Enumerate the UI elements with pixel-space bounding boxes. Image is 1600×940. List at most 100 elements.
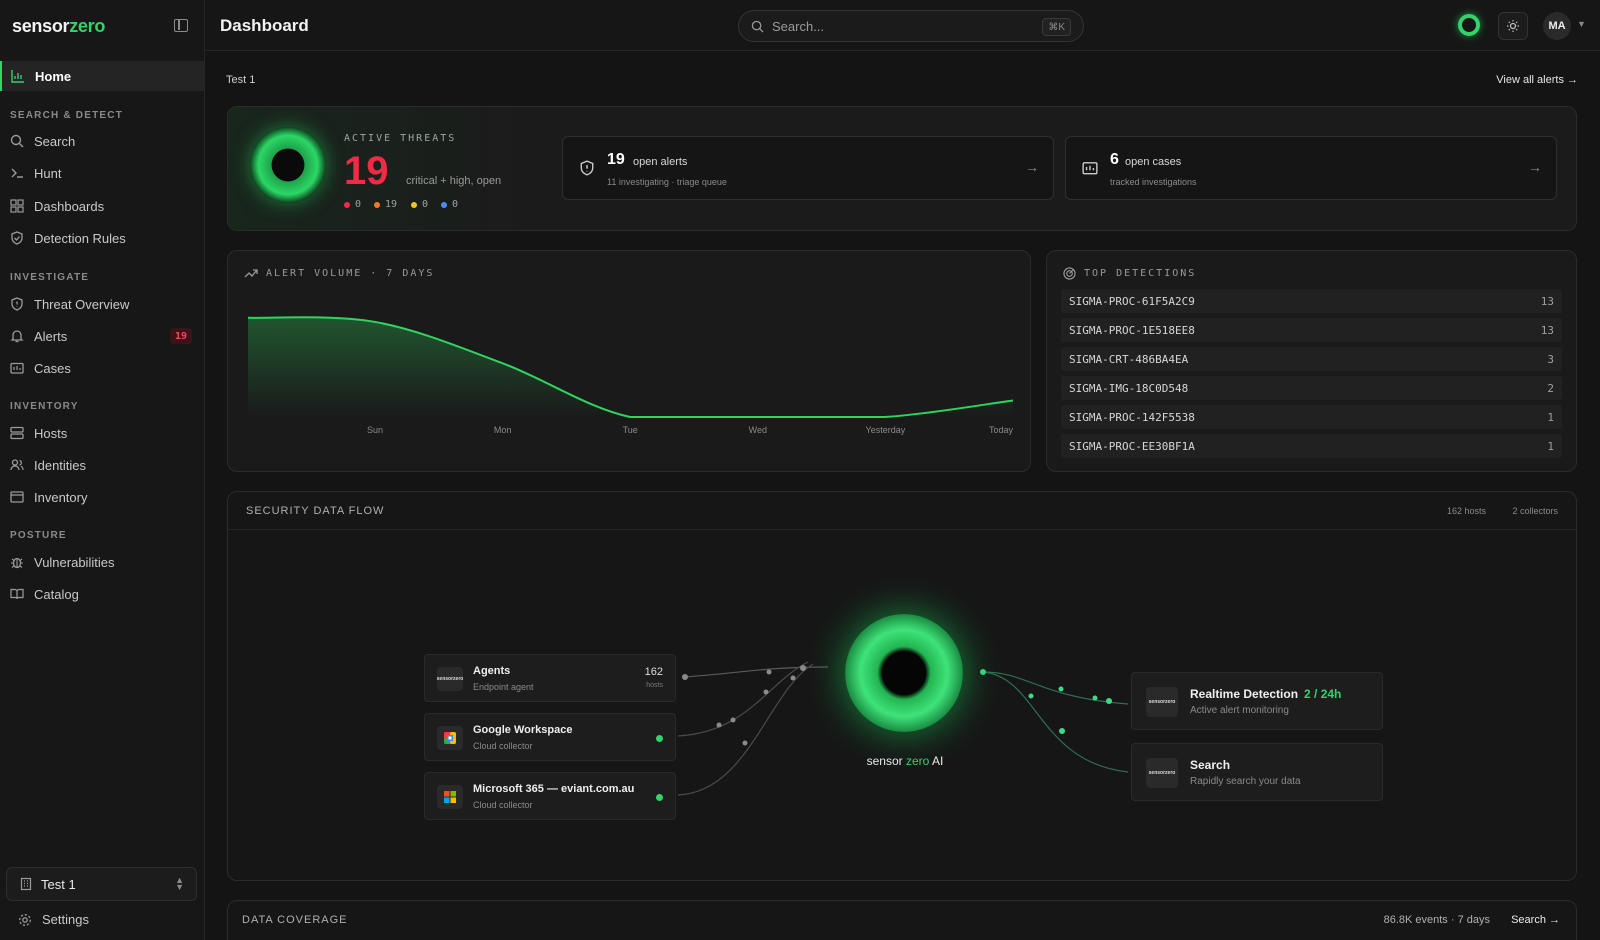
sidebar-item-alerts[interactable]: Alerts 19	[0, 321, 204, 351]
sidebar-item-detection-rules[interactable]: Detection Rules	[0, 223, 204, 253]
brand-logo[interactable]: sensorzero	[12, 16, 105, 37]
view-all-alerts-link[interactable]: View all alerts →	[1496, 74, 1578, 86]
section-label-posture: POSTURE	[10, 530, 67, 541]
sidebar-item-identities[interactable]: Identities	[0, 450, 204, 480]
folder-icon	[1082, 160, 1098, 179]
destination-search[interactable]: sensorzero Search Rapidly search your da…	[1131, 743, 1383, 801]
alert-volume-card: ALERT VOLUME · 7 DAYS Sun Mon Tue Wed Yester…	[227, 250, 1031, 472]
sidebar-item-label: Detection Rules	[34, 230, 126, 246]
open-alerts-card[interactable]: 19 open alerts 11 investigating · triage…	[562, 136, 1054, 200]
detection-name: SIGMA-IMG-18C0D548	[1069, 381, 1189, 395]
detection-name: SIGMA-PROC-142F5538	[1069, 410, 1195, 424]
open-cases-card[interactable]: 6 open cases tracked investigations →	[1065, 136, 1557, 200]
chevron-updown-icon: ▲ ▼	[175, 875, 184, 892]
sidebar-item-vulnerabilities[interactable]: Vulnerabilities	[0, 547, 204, 577]
terminal-icon	[10, 166, 24, 180]
search-input[interactable]	[772, 18, 1032, 34]
sidebar-item-label: Search	[34, 133, 76, 149]
google-workspace-icon	[437, 726, 463, 750]
open-cases-count: 6	[1110, 151, 1119, 168]
data-coverage-search-link[interactable]: Search →	[1511, 914, 1560, 926]
destination-name-text: Realtime Detection	[1190, 687, 1299, 701]
security-data-flow-card: SECURITY DATA FLOW 162 hosts 2 collector…	[227, 491, 1577, 881]
sidebar-item-catalog[interactable]: Catalog	[0, 579, 204, 609]
detection-row[interactable]: SIGMA-PROC-142F5538 1	[1061, 405, 1562, 429]
sidebar-item-hosts[interactable]: Hosts	[0, 418, 204, 448]
ai-label-tail: AI	[932, 754, 944, 768]
open-alerts-description: 11 investigating · triage queue	[607, 177, 727, 187]
sensorzero-ai-label: sensor zero AI	[835, 754, 975, 768]
sidebar-item-threat-overview[interactable]: Threat Overview	[0, 289, 204, 319]
browser-window-icon	[10, 490, 24, 504]
severity-dot	[441, 201, 447, 208]
sidebar-collapse-icon[interactable]	[174, 19, 188, 32]
source-google-workspace[interactable]: Google Workspace Cloud collector	[424, 713, 676, 761]
severity-count: 0	[452, 199, 459, 210]
detection-name: SIGMA-PROC-1E518EE8	[1069, 323, 1195, 337]
sidebar-item-label: Home	[35, 68, 72, 84]
severity-count: 19	[385, 199, 398, 210]
page-title: Dashboard	[220, 16, 309, 35]
flow-dot	[742, 740, 748, 746]
source-microsoft-365[interactable]: Microsoft 365 — eviant.com.au Cloud coll…	[424, 772, 676, 820]
alerts-count-badge: 19	[170, 328, 192, 344]
detection-row[interactable]: SIGMA-PROC-1E518EE8 13	[1061, 318, 1562, 342]
bell-icon	[10, 329, 24, 343]
x-tick-label: Wed	[748, 425, 767, 435]
tenant-selector[interactable]: Test 1 ▲ ▼	[6, 867, 197, 901]
flow-dot	[1059, 728, 1065, 734]
detection-row[interactable]: SIGMA-IMG-18C0D548 2	[1061, 376, 1562, 400]
sidebar-item-hunt[interactable]: Hunt	[0, 158, 204, 188]
open-cases-description: tracked investigations	[1110, 177, 1197, 187]
severity-count: 0	[355, 199, 362, 210]
detection-row[interactable]: SIGMA-CRT-486BA4EA 3	[1061, 347, 1562, 371]
shield-alert-icon	[579, 160, 595, 179]
brand-accent: zero	[69, 16, 106, 36]
open-alerts-label: open alerts	[633, 156, 688, 168]
severity-critical: 0	[344, 199, 361, 210]
sensorzero-ai-orb-icon	[845, 614, 963, 732]
tenant-name: Test 1	[41, 876, 76, 892]
flow-dot	[1028, 693, 1034, 699]
server-icon	[10, 426, 24, 440]
detection-row[interactable]: SIGMA-PROC-EE30BF1A 1	[1061, 434, 1562, 458]
flow-dot	[730, 717, 736, 723]
sun-icon	[1506, 19, 1520, 33]
sidebar-item-label: Cases	[34, 360, 71, 376]
theme-toggle-button[interactable]	[1498, 12, 1528, 40]
sidebar-item-inventory[interactable]: Inventory	[0, 482, 204, 512]
sidebar-item-search[interactable]: Search	[0, 126, 204, 156]
chevron-down-icon[interactable]: ▼	[1577, 19, 1586, 29]
severity-high: 19	[374, 199, 397, 210]
sensor-status-icon[interactable]	[1458, 14, 1480, 36]
sidebar-item-label: Dashboards	[34, 198, 105, 214]
connector-realtime	[982, 671, 1129, 705]
flow-dot	[800, 665, 806, 671]
brand-main: sensor	[12, 16, 70, 36]
flow-dot	[682, 674, 688, 680]
source-subtitle: Cloud collector	[473, 800, 533, 810]
destination-realtime-detection[interactable]: sensorzero Realtime Detection 2 / 24h Act…	[1131, 672, 1383, 730]
sidebar-item-home[interactable]: Home	[0, 61, 204, 91]
search-shortcut-hint: ⌘K	[1042, 18, 1071, 36]
status-dot-live	[656, 735, 663, 742]
settings-label: Settings	[42, 912, 89, 927]
detection-name: SIGMA-PROC-61F5A2C9	[1069, 294, 1195, 308]
destination-subtitle: Rapidly search your data	[1190, 776, 1301, 787]
active-threats-subtitle: critical + high, open	[406, 175, 502, 187]
flow-dot	[1092, 695, 1098, 701]
sidebar-item-cases[interactable]: Cases	[0, 353, 204, 383]
sidebar-item-settings[interactable]: Settings	[18, 912, 89, 927]
source-agents[interactable]: sensorzero Agents Endpoint agent 162 hos…	[424, 654, 676, 702]
sidebar-item-dashboards[interactable]: Dashboards	[0, 191, 204, 221]
open-alerts-count: 19	[607, 151, 625, 168]
global-search[interactable]: ⌘K	[738, 10, 1084, 42]
severity-medium: 0	[411, 199, 428, 210]
sidebar-item-label: Identities	[34, 457, 87, 473]
sidebar: sensorzero Home SEARCH & DETECT Search H…	[0, 0, 205, 940]
avatar[interactable]: MA	[1543, 12, 1571, 40]
severity-dot	[411, 201, 417, 208]
ai-label-accent: zero	[906, 754, 930, 768]
detection-row[interactable]: SIGMA-PROC-61F5A2C9 13	[1061, 289, 1562, 313]
open-cases-label: open cases	[1125, 156, 1182, 168]
